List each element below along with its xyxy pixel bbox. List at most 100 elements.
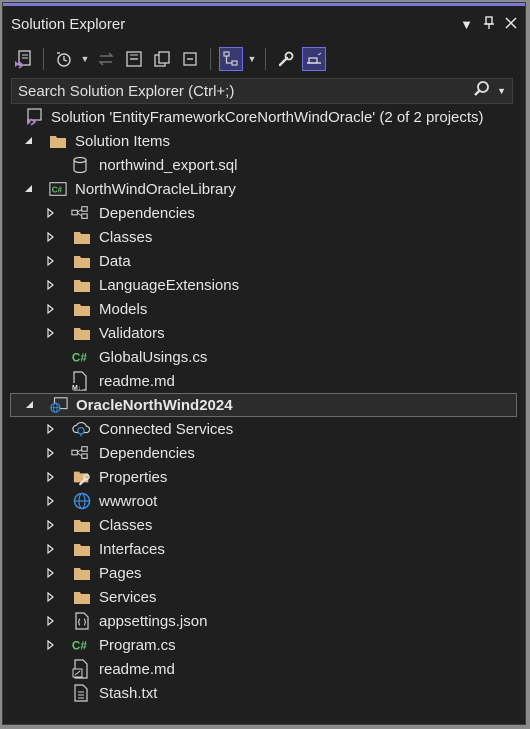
collapsed-arrow-icon[interactable] bbox=[45, 327, 57, 339]
csharp-project-icon: C# bbox=[49, 180, 67, 198]
tree-item-folder[interactable]: Services bbox=[3, 585, 525, 609]
folder-icon bbox=[73, 588, 91, 606]
tree-item-file[interactable]: M↓ readme.md bbox=[3, 369, 525, 393]
show-all-files-icon[interactable] bbox=[150, 47, 174, 71]
tree-item-folder[interactable]: Classes bbox=[3, 225, 525, 249]
tree-item-file[interactable]: Stash.txt bbox=[3, 681, 525, 705]
solution-icon bbox=[25, 108, 43, 126]
preview-selected-items-icon[interactable] bbox=[302, 47, 326, 71]
folder-icon bbox=[73, 252, 91, 270]
folder-icon bbox=[49, 132, 67, 150]
tree-item-label: Solution Items bbox=[75, 132, 171, 150]
collapsed-arrow-icon[interactable] bbox=[45, 567, 57, 579]
properties-collapse-icon[interactable] bbox=[178, 47, 202, 71]
tree-item-connected-services[interactable]: Connected Services bbox=[3, 417, 525, 441]
chevron-down-icon[interactable]: ▼ bbox=[247, 54, 257, 64]
text-file-icon bbox=[72, 684, 90, 702]
dependencies-icon bbox=[71, 444, 89, 462]
tree-item-folder[interactable]: Models bbox=[3, 297, 525, 321]
tree-item-file[interactable]: C# Program.cs bbox=[3, 633, 525, 657]
switch-views-icon[interactable] bbox=[11, 47, 35, 71]
svg-text:C#: C# bbox=[72, 640, 87, 653]
tree-item-folder[interactable]: Interfaces bbox=[3, 537, 525, 561]
tree-item-label: Stash.txt bbox=[99, 684, 158, 702]
search-box[interactable]: Search Solution Explorer (Ctrl+;) ▼ bbox=[11, 78, 513, 104]
folder-icon bbox=[73, 276, 91, 294]
collapsed-arrow-icon[interactable] bbox=[45, 255, 57, 267]
expanded-arrow-icon[interactable] bbox=[23, 183, 35, 195]
search-icon[interactable] bbox=[473, 80, 491, 102]
tree-item-label: Properties bbox=[99, 468, 168, 486]
tree-item-sql-file[interactable]: northwind_export.sql bbox=[3, 153, 525, 177]
collapsed-arrow-icon[interactable] bbox=[45, 279, 57, 291]
tree-item-label: NorthWindOracleLibrary bbox=[75, 180, 236, 198]
collapsed-arrow-icon[interactable] bbox=[45, 447, 57, 459]
dependencies-icon bbox=[71, 204, 89, 222]
pin-icon[interactable] bbox=[483, 15, 495, 33]
tree-item-label: Classes bbox=[99, 516, 153, 534]
collapsed-arrow-icon[interactable] bbox=[45, 231, 57, 243]
wrench-icon[interactable] bbox=[274, 47, 298, 71]
tree-item-label: Services bbox=[99, 588, 157, 606]
collapsed-arrow-icon[interactable] bbox=[45, 471, 57, 483]
tree-item-solution[interactable]: Solution 'EntityFrameworkCoreNorthWindOr… bbox=[3, 105, 525, 129]
collapsed-arrow-icon[interactable] bbox=[45, 303, 57, 315]
tracking-tree-icon[interactable] bbox=[219, 47, 243, 71]
toolbar-separator bbox=[265, 48, 266, 70]
tree-item-file[interactable]: C# GlobalUsings.cs bbox=[3, 345, 525, 369]
collapsed-arrow-icon[interactable] bbox=[45, 639, 57, 651]
tree-item-solution-items[interactable]: Solution Items bbox=[3, 129, 525, 153]
tree-item-label: Classes bbox=[99, 228, 153, 246]
tree-item-properties[interactable]: Properties bbox=[3, 465, 525, 489]
expanded-arrow-icon[interactable] bbox=[24, 399, 36, 411]
collapsed-arrow-icon[interactable] bbox=[45, 615, 57, 627]
tree-item-label: wwwroot bbox=[99, 492, 158, 510]
close-icon[interactable] bbox=[505, 16, 517, 32]
collapsed-arrow-icon[interactable] bbox=[45, 543, 57, 555]
tree-item-web-project[interactable]: OracleNorthWind2024 bbox=[10, 393, 517, 417]
tree-item-label: GlobalUsings.cs bbox=[99, 348, 208, 366]
tree-item-folder[interactable]: Classes bbox=[3, 513, 525, 537]
tree-item-label: Solution 'EntityFrameworkCoreNorthWindOr… bbox=[51, 108, 484, 126]
collapsed-arrow-icon[interactable] bbox=[45, 423, 57, 435]
folder-icon bbox=[73, 540, 91, 558]
title-bar: Solution Explorer ▼ bbox=[3, 6, 525, 42]
collapsed-arrow-icon[interactable] bbox=[45, 519, 57, 531]
tree-item-label: OracleNorthWind2024 bbox=[76, 396, 233, 414]
tree-item-folder[interactable]: Validators bbox=[3, 321, 525, 345]
expanded-arrow-icon[interactable] bbox=[23, 135, 35, 147]
markdown-file-icon: M↓ bbox=[71, 371, 89, 391]
tree-item-label: Dependencies bbox=[99, 204, 195, 222]
sync-with-active-document-icon[interactable] bbox=[94, 47, 118, 71]
collapsed-arrow-icon[interactable] bbox=[45, 207, 57, 219]
tree-item-library-project[interactable]: C# NorthWindOracleLibrary bbox=[3, 177, 525, 201]
search-input[interactable]: Search Solution Explorer (Ctrl+;) bbox=[18, 83, 234, 100]
window-menu-dropdown-icon[interactable]: ▼ bbox=[460, 17, 473, 32]
globe-icon bbox=[73, 492, 91, 510]
tree-item-label: Interfaces bbox=[99, 540, 165, 558]
tree-item-folder[interactable]: LanguageExtensions bbox=[3, 273, 525, 297]
chevron-down-icon[interactable]: ▼ bbox=[80, 54, 90, 64]
panel-title: Solution Explorer bbox=[11, 15, 126, 33]
web-project-icon bbox=[50, 396, 68, 414]
tree-item-label: LanguageExtensions bbox=[99, 276, 240, 294]
collapsed-arrow-icon[interactable] bbox=[45, 495, 57, 507]
folder-icon bbox=[73, 516, 91, 534]
markdown-file-icon bbox=[72, 659, 90, 679]
csharp-file-icon: C# bbox=[71, 348, 89, 366]
tree-item-dependencies[interactable]: Dependencies bbox=[3, 441, 525, 465]
pending-changes-filter-icon[interactable] bbox=[52, 47, 76, 71]
tree-item-folder[interactable]: Data bbox=[3, 249, 525, 273]
tree-item-file[interactable]: readme.md bbox=[3, 657, 525, 681]
folder-icon bbox=[73, 300, 91, 318]
tree-item-wwwroot[interactable]: wwwroot bbox=[3, 489, 525, 513]
toolbar-separator bbox=[210, 48, 211, 70]
properties-folder-icon bbox=[73, 468, 91, 486]
search-options-dropdown-icon[interactable]: ▼ bbox=[497, 86, 506, 96]
tree-item-folder[interactable]: Pages bbox=[3, 561, 525, 585]
collapse-all-icon[interactable] bbox=[122, 47, 146, 71]
tree-item-dependencies[interactable]: Dependencies bbox=[3, 201, 525, 225]
collapsed-arrow-icon[interactable] bbox=[45, 591, 57, 603]
svg-text:C#: C# bbox=[72, 352, 87, 365]
tree-item-file[interactable]: appsettings.json bbox=[3, 609, 525, 633]
